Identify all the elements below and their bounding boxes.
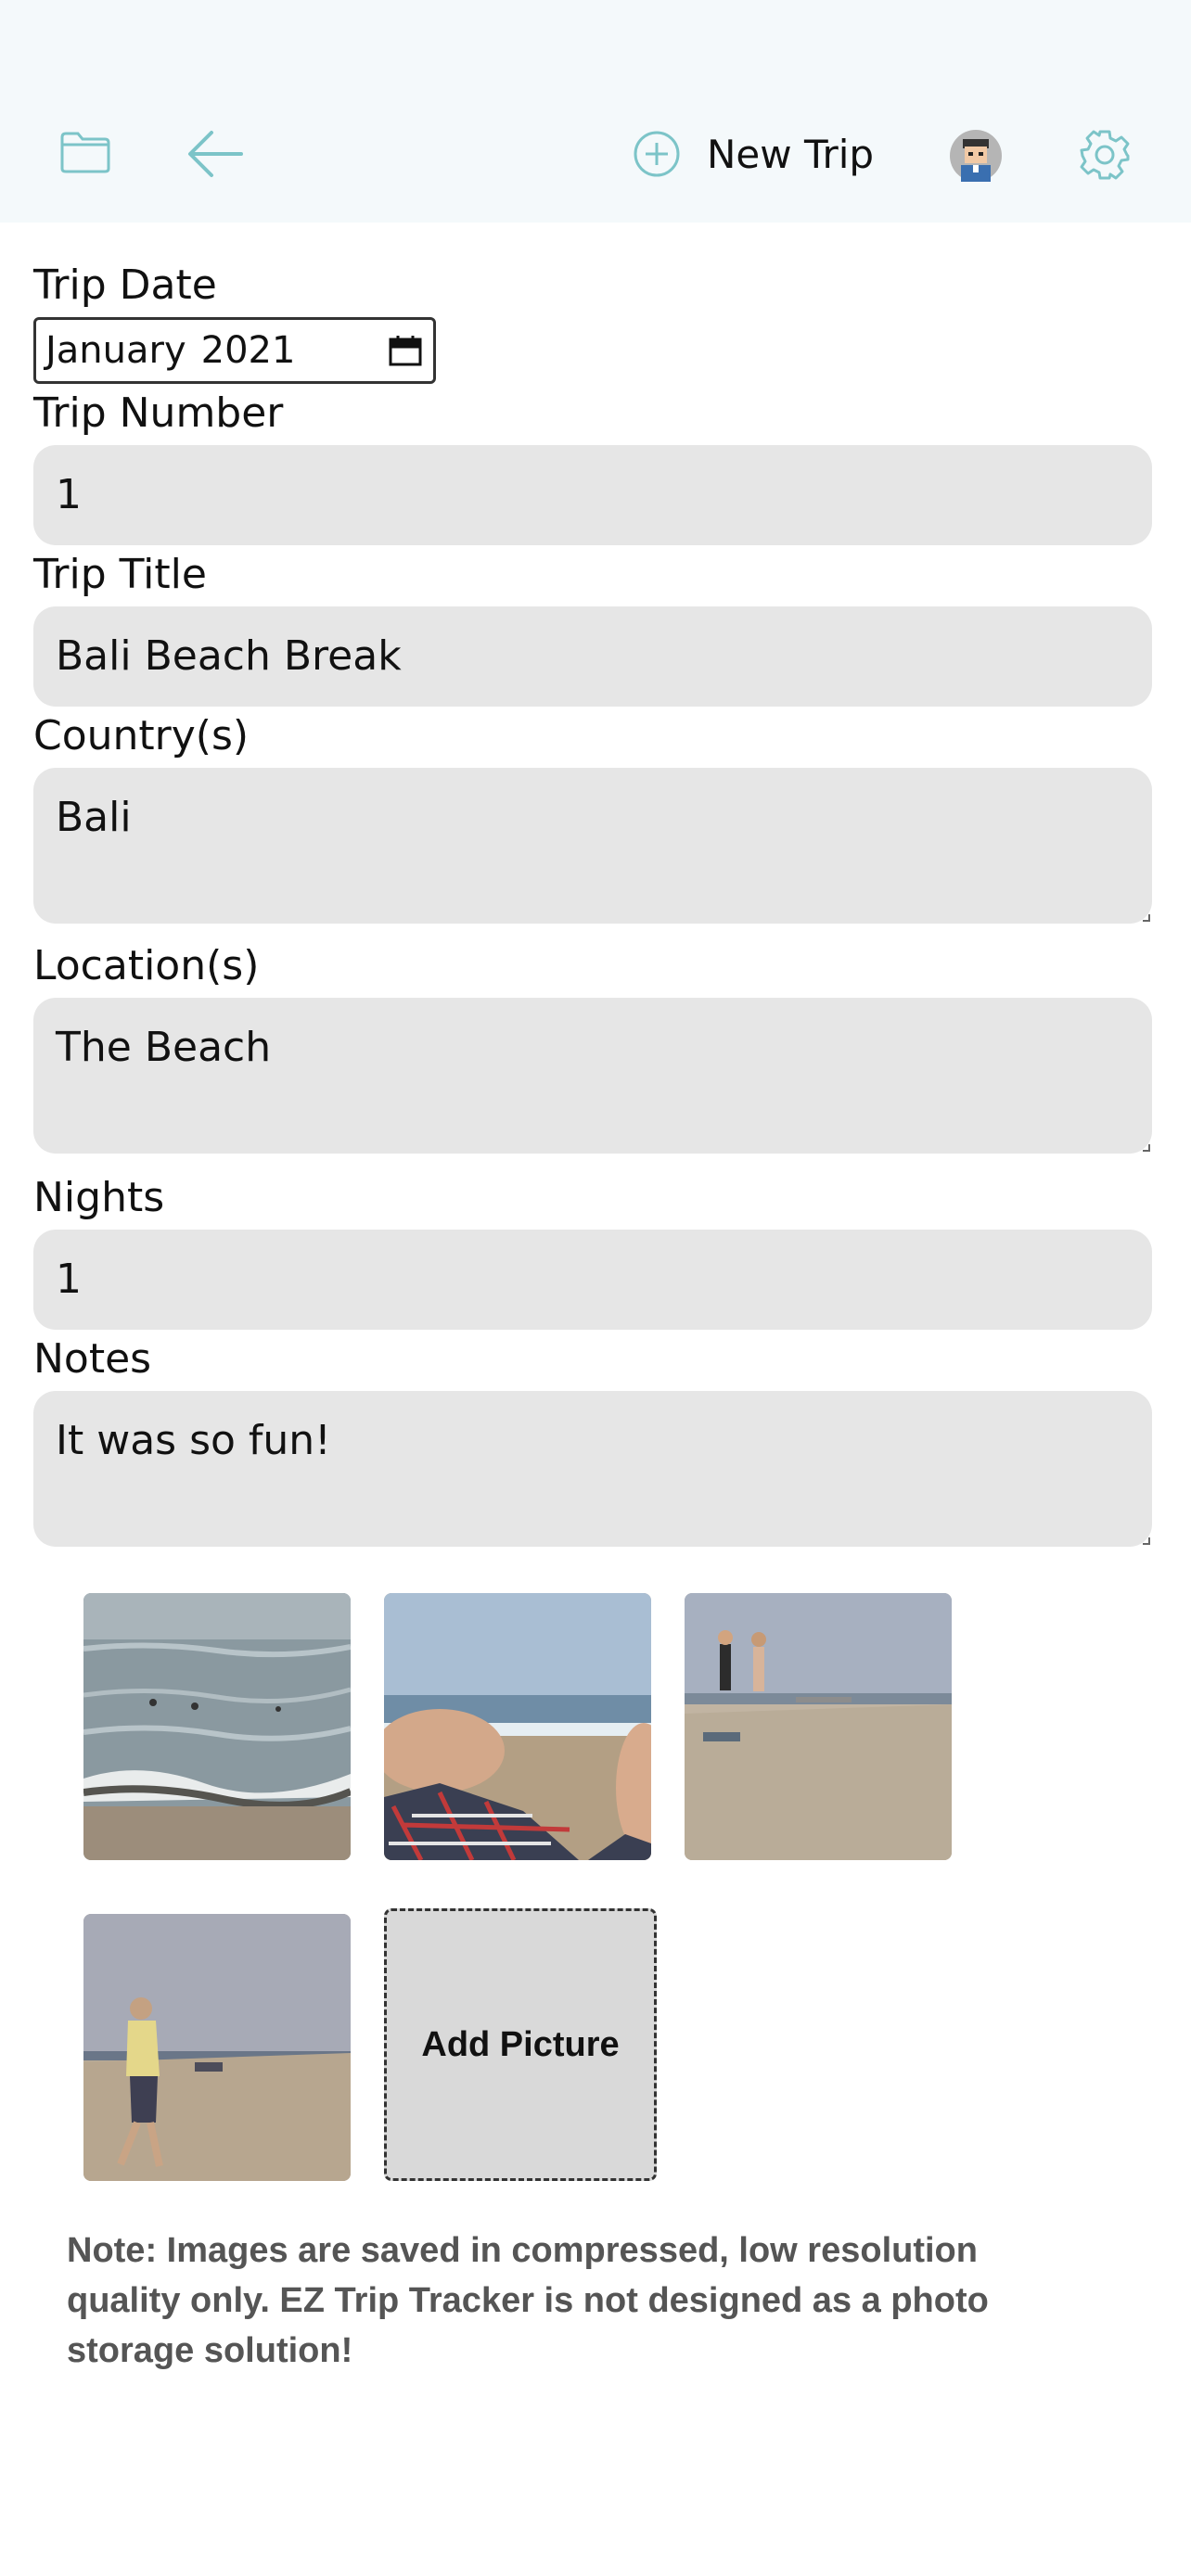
nights-label: Nights (33, 1174, 165, 1221)
countries-field[interactable]: Bali (33, 768, 1152, 924)
trip-date-label: Trip Date (33, 261, 217, 309)
trip-date-month: January (45, 329, 186, 372)
trip-number-label: Trip Number (33, 389, 284, 437)
top-toolbar: New Trip (0, 0, 1191, 223)
locations-label: Location(s) (33, 942, 260, 989)
resize-handle[interactable] (1143, 1144, 1150, 1152)
back-arrow-icon[interactable] (186, 128, 245, 180)
trip-date-year: 2021 (200, 329, 296, 372)
gear-icon[interactable] (1078, 128, 1132, 182)
countries-value: Bali (56, 794, 132, 841)
nights-field[interactable]: 1 (33, 1230, 1152, 1330)
notes-field[interactable]: It was so fun! (33, 1391, 1152, 1547)
trip-title-field[interactable]: Bali Beach Break (33, 606, 1152, 707)
trip-title-label: Trip Title (33, 551, 207, 598)
storage-note: Note: Images are saved in compressed, lo… (67, 2231, 989, 2370)
ocean-waves-photo[interactable] (83, 1593, 351, 1860)
new-trip-label: New Trip (707, 131, 875, 177)
locations-value: The Beach (56, 1024, 272, 1071)
avatar[interactable] (950, 130, 1002, 182)
beach-walker-photo[interactable] (83, 1914, 351, 2181)
plus-circle-icon (634, 131, 680, 177)
folder-icon[interactable] (59, 130, 111, 174)
beach-people-photo[interactable] (685, 1593, 952, 1860)
resize-handle[interactable] (1143, 1537, 1150, 1545)
countries-label: Country(s) (33, 712, 250, 759)
new-trip-button[interactable]: New Trip (633, 126, 874, 182)
trip-number-field[interactable]: 1 (33, 445, 1152, 545)
calendar-icon[interactable] (389, 335, 422, 366)
resize-handle[interactable] (1143, 914, 1150, 922)
locations-field[interactable]: The Beach (33, 998, 1152, 1154)
beach-lying-photo[interactable] (384, 1593, 651, 1860)
trip-date-input[interactable]: January 2021 (33, 317, 436, 384)
notes-value: It was so fun! (56, 1417, 331, 1464)
add-picture-button[interactable]: Add Picture (384, 1908, 657, 2181)
notes-label: Notes (33, 1335, 152, 1383)
